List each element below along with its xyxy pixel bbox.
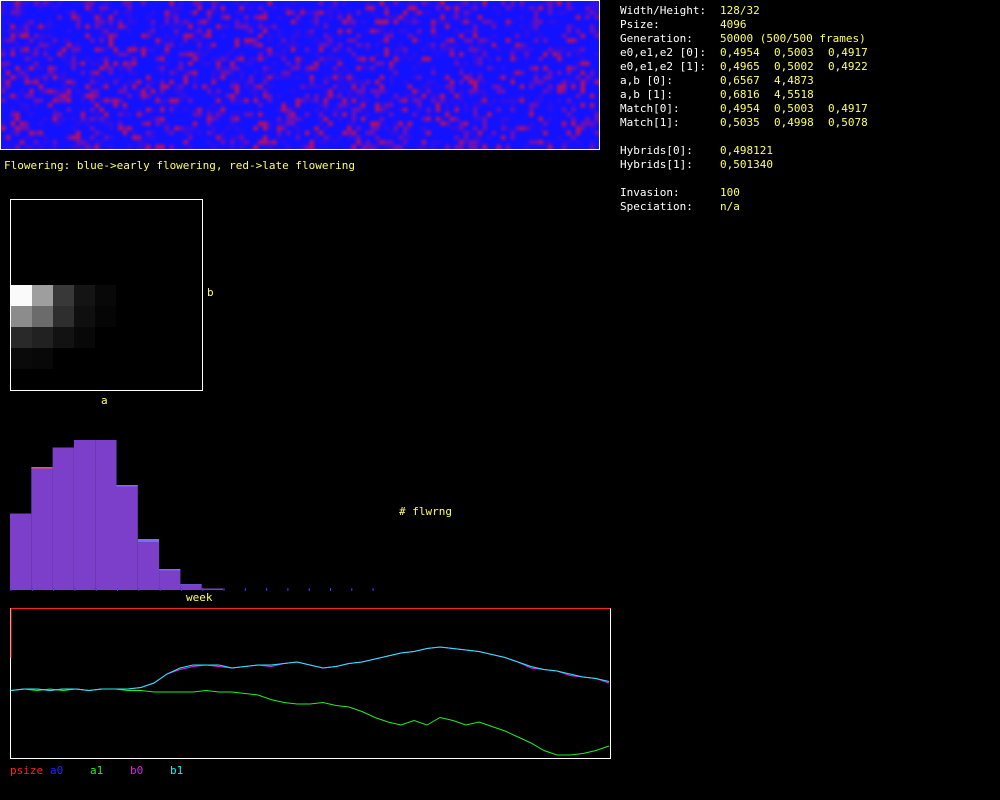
heatmap-cell: [32, 348, 53, 369]
stats-value: n/a: [720, 200, 740, 213]
legend-a1: a1: [90, 764, 104, 777]
heatmap-cell: [74, 327, 95, 348]
heatmap-cell: [53, 306, 74, 327]
stats-value: 0,4917: [828, 46, 868, 59]
histogram-bar-cap: [137, 539, 160, 542]
heatmap-cell: [11, 348, 32, 369]
stats-value: 0,4954: [720, 46, 760, 59]
stats-label: Hybrids[1]:: [620, 158, 693, 171]
stats-value: 0,4922: [828, 60, 868, 73]
heatmap-cell: [32, 306, 53, 327]
heatmap-cell: [95, 306, 116, 327]
stats-value: 128/32: [720, 4, 760, 17]
stats-value: 0,4954: [720, 102, 760, 115]
trait-timeseries-chart: [10, 608, 611, 759]
stats-label: Width/Height:: [620, 4, 707, 17]
legend-b1: b1: [170, 764, 184, 777]
heatmap-cell: [11, 285, 32, 306]
stats-label: Invasion:: [620, 186, 680, 199]
stats-label: a,b [0]:: [620, 74, 673, 87]
ab-xlabel: a: [101, 394, 108, 407]
histogram-bar: [52, 447, 74, 590]
heatmap-cell: [32, 285, 53, 306]
histogram-bar-cap: [159, 569, 181, 571]
stats-value: 4,5518: [774, 88, 814, 101]
stats-label: Speciation:: [620, 200, 693, 213]
stats-value: 0,4998: [774, 116, 814, 129]
histogram-bar: [201, 588, 223, 590]
heatmap-cell: [11, 327, 32, 348]
timeseries-frame: [10, 608, 611, 759]
histogram-bar-cap: [31, 467, 53, 469]
stats-value: 0,5035: [720, 116, 760, 129]
stats-value: 100: [720, 186, 740, 199]
heatmap-cell: [11, 306, 32, 327]
stats-label: Hybrids[0]:: [620, 144, 693, 157]
hist-ylabel: # flwrng: [399, 505, 452, 518]
stats-value: 0,6816: [720, 88, 760, 101]
heatmap-cell: [53, 327, 74, 348]
heatmap-cell: [53, 285, 74, 306]
histogram-bar: [95, 440, 117, 590]
hist-xlabel: week: [186, 591, 213, 604]
histogram-bar: [73, 440, 96, 590]
stats-value: 0,5003: [774, 46, 814, 59]
stats-value: 0,4965: [720, 60, 760, 73]
histogram-bar: [10, 513, 32, 590]
heatmap-cell: [32, 327, 53, 348]
stats-label: Psize:: [620, 18, 660, 31]
stats-value: 50000 (500/500 frames): [720, 32, 866, 45]
stats-label: Match[0]:: [620, 102, 680, 115]
stats-label: e0,e1,e2 [1]:: [620, 60, 707, 73]
stats-value: 4096: [720, 18, 747, 31]
histogram-bar-cap: [180, 584, 202, 585]
stats-value: 0,5002: [774, 60, 814, 73]
histogram-bar: [31, 468, 53, 590]
histogram-bar-cap: [116, 485, 138, 487]
stats-label: e0,e1,e2 [0]:: [620, 46, 707, 59]
histogram-bar: [180, 584, 202, 590]
grid-caption: Flowering: blue->early flowering, red->l…: [4, 159, 355, 172]
heatmap-cell: [74, 285, 95, 306]
stats-label: a,b [1]:: [620, 88, 673, 101]
stats-label: Generation:: [620, 32, 693, 45]
heatmap-cell: [95, 285, 116, 306]
heatmap-cell: [74, 306, 95, 327]
histogram-bar: [116, 486, 138, 590]
flowering-histogram: [10, 440, 374, 591]
stats-value: 0,4917: [828, 102, 868, 115]
ab-ylabel: b: [207, 286, 214, 299]
histogram-bar: [137, 542, 160, 590]
legend-psize: psize: [10, 764, 44, 777]
stats-value: 0,6567: [720, 74, 760, 87]
stats-value: 0,5003: [774, 102, 814, 115]
population-grid: [0, 0, 600, 150]
legend-a0: a0: [50, 764, 64, 777]
ab-heatmap: [10, 199, 203, 391]
histogram-bar: [159, 570, 181, 590]
stats-value: 4,4873: [774, 74, 814, 87]
stats-value: 0,498121: [720, 144, 773, 157]
stats-value: 0,5078: [828, 116, 868, 129]
stats-label: Match[1]:: [620, 116, 680, 129]
legend-b0: b0: [130, 764, 144, 777]
stats-value: 0,501340: [720, 158, 773, 171]
